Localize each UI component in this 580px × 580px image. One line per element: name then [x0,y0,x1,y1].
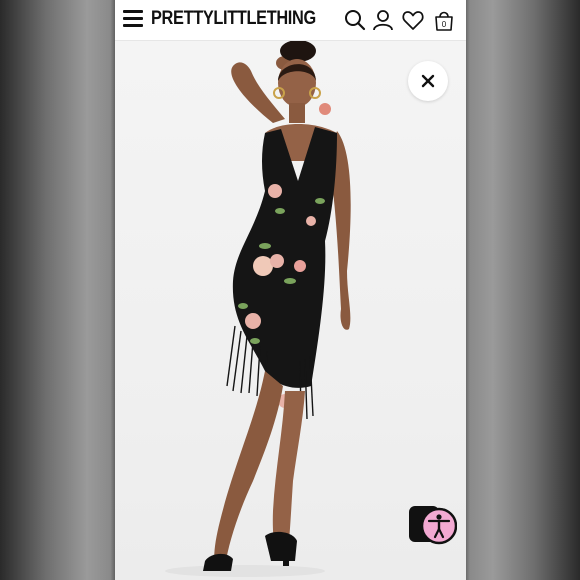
product-image[interactable] [115,40,466,580]
close-button[interactable] [408,61,448,101]
bag-count: 0 [442,20,447,29]
bag-icon[interactable]: 0 [433,9,455,31]
phone-screen: PRETTYLITTLETHING 0 [115,0,466,580]
brand-logo[interactable]: PRETTYLITTLETHING [151,8,316,30]
account-icon[interactable] [372,9,394,31]
accessibility-button[interactable] [409,506,458,546]
close-icon [421,74,435,88]
wishlist-icon[interactable] [402,9,424,31]
menu-icon[interactable] [123,10,143,28]
search-icon[interactable] [344,9,366,31]
top-navigation-bar: PRETTYLITTLETHING 0 [115,0,466,41]
